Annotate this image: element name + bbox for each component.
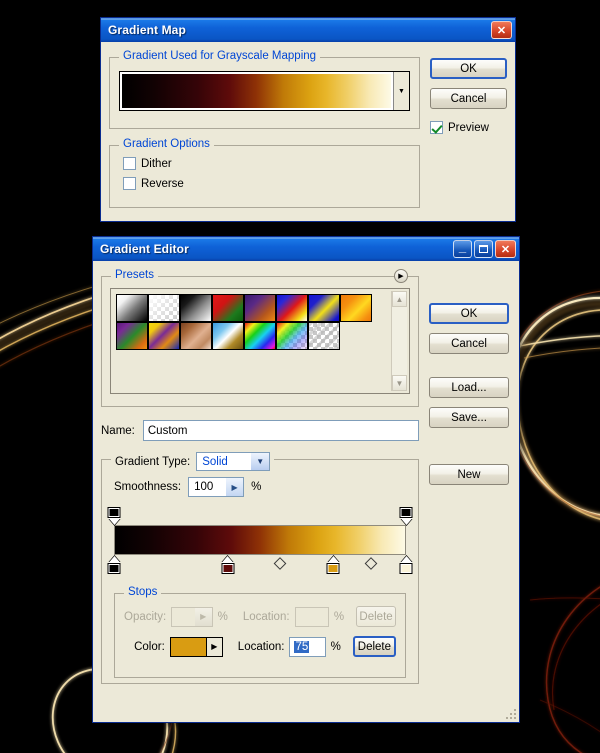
dither-checkbox-row[interactable]: Dither (123, 157, 410, 170)
grayscale-mapping-group: Gradient Used for Grayscale Mapping ▼ (109, 50, 420, 129)
right-triangle-icon[interactable]: ▶ (394, 269, 408, 283)
resize-grip-icon[interactable] (504, 707, 516, 719)
gradient-map-title: Gradient Map (108, 23, 186, 37)
chevron-up-icon[interactable]: ▲ (392, 291, 407, 307)
gradient-stop-editor[interactable] (107, 507, 413, 579)
color-stop-marker[interactable] (221, 556, 235, 576)
smoothness-label: Smoothness: (114, 481, 182, 493)
gradient-map-dialog: Gradient Map ✕ Gradient Used for Graysca… (100, 17, 516, 222)
delete-opacity-stop-button: Delete (356, 606, 397, 627)
gradient-type-value: Solid (202, 455, 228, 468)
gradient-editor-title: Gradient Editor (100, 242, 189, 256)
gradient-editor-dialog: Gradient Editor _ ✕ Presets ▶ ▲ ▼ Name: … (92, 236, 520, 723)
right-triangle-icon[interactable]: ▶ (226, 478, 244, 496)
gradient-options-group: Gradient Options Dither Reverse (109, 138, 420, 208)
smoothness-value: 100 (194, 481, 214, 493)
opacity-label: Opacity: (124, 610, 167, 623)
color-stop-marker[interactable] (326, 556, 340, 576)
preview-checkbox[interactable] (430, 121, 443, 134)
preset-swatch[interactable] (180, 322, 212, 350)
grayscale-mapping-legend: Gradient Used for Grayscale Mapping (119, 50, 321, 62)
stops-legend: Stops (124, 586, 162, 598)
gradient-editor-cancel-button[interactable]: Cancel (429, 333, 509, 354)
location-top-input (294, 606, 329, 627)
midpoint-marker[interactable] (364, 557, 378, 570)
presets-group: Presets ▶ ▲ ▼ (101, 269, 419, 407)
gradient-type-label: Gradient Type: (115, 455, 191, 468)
presets-legend: Presets (111, 269, 158, 281)
name-value: Custom (147, 424, 188, 437)
preset-swatch[interactable] (116, 322, 148, 350)
preset-swatch[interactable] (244, 294, 276, 322)
location-bottom-label: Location: (237, 640, 285, 653)
close-icon[interactable]: ✕ (495, 240, 516, 258)
gradient-preview-swatch[interactable] (120, 72, 393, 110)
reverse-checkbox-row[interactable]: Reverse (123, 177, 410, 190)
gradient-type-group: Gradient Type: Solid ▼ Smoothness: 100 ▶… (101, 452, 419, 684)
gradient-editor-ok-button[interactable]: OK (429, 303, 509, 324)
location-top-label: Location: (242, 610, 290, 623)
preset-swatch[interactable] (244, 322, 276, 350)
opacity-unit: % (217, 610, 228, 623)
smoothness-input[interactable]: 100 ▶ (188, 477, 245, 497)
gradient-map-titlebar[interactable]: Gradient Map ✕ (101, 18, 515, 42)
load-button[interactable]: Load... (429, 377, 509, 398)
gradient-map-cancel-button[interactable]: Cancel (430, 88, 507, 109)
right-triangle-icon[interactable]: ▶ (206, 636, 223, 657)
color-stop-marker[interactable] (399, 556, 413, 576)
stops-group: Stops Opacity: ▶ % Location: % Delete Co… (114, 586, 406, 678)
gradient-strip[interactable] (114, 525, 406, 555)
location-bottom-unit: % (330, 640, 341, 653)
name-label: Name: (101, 424, 135, 437)
reverse-label: Reverse (141, 177, 184, 190)
dither-checkbox[interactable] (123, 157, 136, 170)
preset-swatch[interactable] (340, 294, 372, 322)
preview-checkbox-row[interactable]: Preview (430, 121, 507, 134)
color-swatch[interactable] (169, 636, 207, 657)
reverse-checkbox[interactable] (123, 177, 136, 190)
opacity-stop-marker[interactable] (107, 507, 121, 525)
presets-grid (113, 291, 391, 391)
color-label: Color: (134, 640, 165, 653)
smoothness-unit: % (251, 481, 262, 493)
gradient-map-ok-button[interactable]: OK (430, 58, 507, 79)
gradient-type-legend-wrap: Gradient Type: Solid ▼ (111, 452, 275, 471)
preset-swatch[interactable] (276, 322, 308, 350)
presets-scrollbar[interactable]: ▲ ▼ (391, 291, 407, 391)
close-icon[interactable]: ✕ (491, 21, 512, 39)
chevron-down-icon[interactable]: ▼ (392, 375, 407, 391)
opacity-input: ▶ (171, 606, 213, 627)
chevron-down-icon[interactable]: ▼ (393, 72, 409, 110)
gradient-editor-titlebar[interactable]: Gradient Editor _ ✕ (93, 237, 519, 261)
preview-label: Preview (448, 121, 489, 134)
presets-list[interactable]: ▲ ▼ (110, 288, 410, 394)
preset-swatch[interactable] (212, 322, 244, 350)
preset-swatch[interactable] (212, 294, 244, 322)
location-bottom-input[interactable]: 75 (289, 636, 326, 657)
save-button[interactable]: Save... (429, 407, 509, 428)
preset-swatch[interactable] (148, 294, 180, 322)
preset-swatch[interactable] (116, 294, 148, 322)
location-top-unit: % (333, 610, 345, 623)
location-bottom-value: 75 (294, 640, 310, 653)
delete-color-stop-button[interactable]: Delete (352, 636, 396, 657)
maximize-icon[interactable] (474, 240, 493, 258)
preset-swatch[interactable] (308, 322, 340, 350)
gradient-options-legend: Gradient Options (119, 138, 214, 150)
minimize-icon[interactable]: _ (453, 240, 472, 258)
gradient-type-select[interactable]: Solid ▼ (196, 452, 271, 471)
opacity-stop-marker[interactable] (399, 507, 413, 525)
preset-swatch[interactable] (308, 294, 340, 322)
color-stop-marker[interactable] (107, 556, 121, 576)
preset-swatch[interactable] (276, 294, 308, 322)
dither-label: Dither (141, 157, 172, 170)
name-input[interactable]: Custom (142, 420, 419, 441)
preset-swatch[interactable] (180, 294, 212, 322)
opacity-value (172, 608, 194, 626)
preset-swatch[interactable] (148, 322, 180, 350)
midpoint-marker[interactable] (274, 557, 287, 570)
right-triangle-icon: ▶ (194, 607, 212, 626)
new-button[interactable]: New (429, 464, 509, 485)
chevron-down-icon[interactable]: ▼ (251, 453, 270, 470)
